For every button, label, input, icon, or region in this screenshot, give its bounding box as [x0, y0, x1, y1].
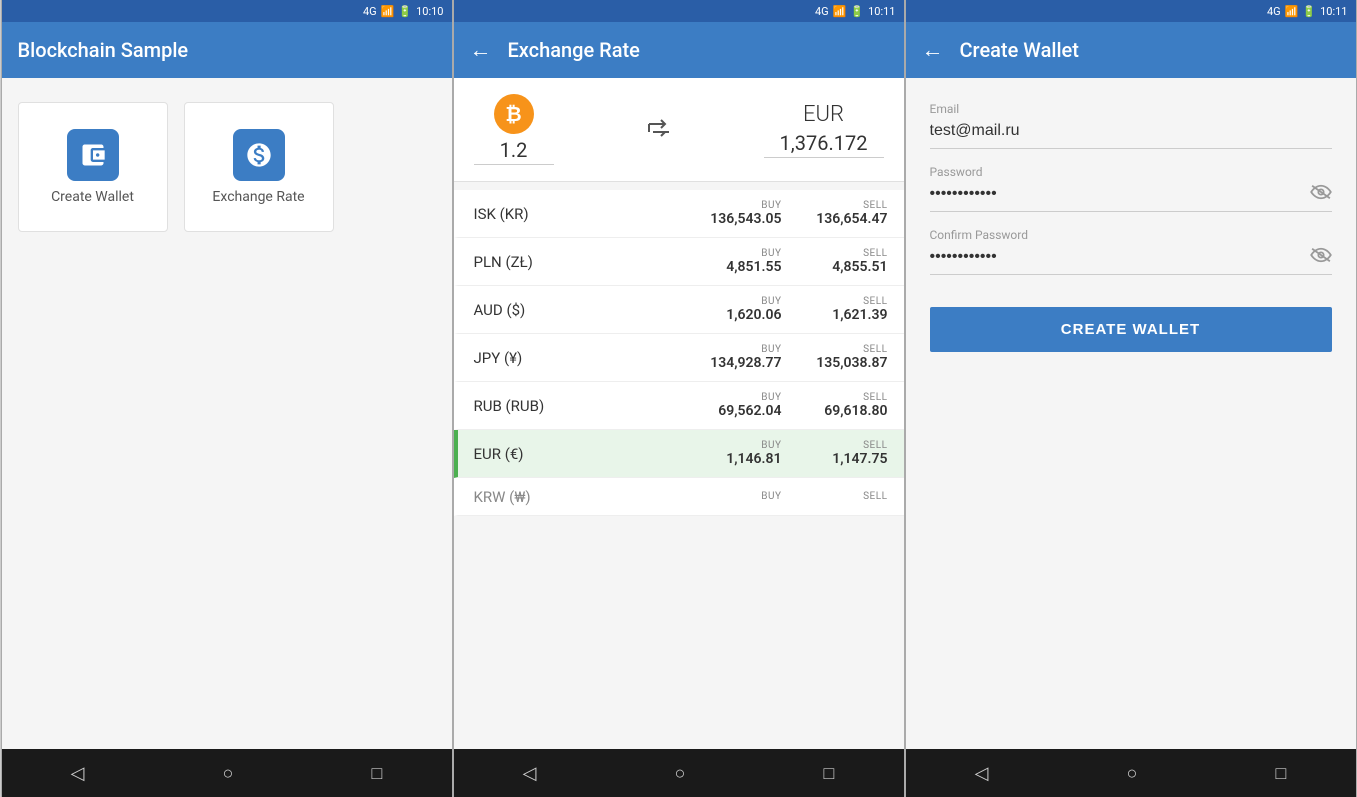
app-bar-3: ← Create Wallet	[906, 22, 1356, 78]
signal-icon: 4G	[363, 5, 377, 18]
nav-back-3[interactable]: ◁	[959, 755, 1005, 792]
rate-sell-eur: SELL 1,147.75	[798, 440, 888, 467]
rate-row-eur[interactable]: EUR (€) BUY 1,146.81 SELL 1,147.75	[454, 430, 904, 478]
app-title-3: Create Wallet	[960, 38, 1079, 62]
nav-home-3[interactable]: ○	[1111, 755, 1154, 792]
rate-row-aud[interactable]: AUD ($) BUY 1,620.06 SELL 1,621.39	[454, 286, 904, 334]
rate-currency-eur: EUR (€)	[474, 445, 676, 463]
rate-buy-pln: BUY 4,851.55	[692, 248, 782, 275]
rate-buy-isk: BUY 136,543.05	[692, 200, 782, 227]
btc-value[interactable]: 1.2	[474, 138, 554, 165]
confirm-password-input-wrapper	[930, 244, 1332, 275]
nav-back-2[interactable]: ◁	[507, 755, 553, 792]
status-bar-1: 4G 📶 🔋 10:10	[2, 0, 452, 22]
rate-sell-rub: SELL 69,618.80	[798, 392, 888, 419]
rate-sell-pln: SELL 4,855.51	[798, 248, 888, 275]
eur-side: EUR 1,376.172	[764, 102, 884, 158]
email-group: Email	[930, 102, 1332, 149]
battery-icon: 🔋	[398, 5, 412, 18]
phone-2: 4G 📶 🔋 10:11 ← Exchange Rate ₿ 1.2	[453, 0, 905, 797]
password-input-wrapper	[930, 181, 1332, 212]
screen-3: Email Password Confirm Password	[906, 78, 1356, 749]
nav-recent-1[interactable]: □	[356, 755, 399, 792]
bottom-nav-3: ◁ ○ □	[906, 749, 1356, 797]
eur-value[interactable]: 1,376.172	[764, 131, 884, 158]
status-bar-2: 4G 📶 🔋 10:11	[454, 0, 904, 22]
rate-row-rub[interactable]: RUB (RUB) BUY 69,562.04 SELL 69,618.80	[454, 382, 904, 430]
rate-currency-pln: PLN (ZŁ)	[474, 253, 676, 271]
signal-icon-2: 4G	[815, 5, 829, 18]
exchange-rate-card[interactable]: Exchange Rate	[184, 102, 334, 232]
rate-row-isk[interactable]: ISK (KR) BUY 136,543.05 SELL 136,654.47	[454, 190, 904, 238]
password-input[interactable]	[930, 181, 1310, 207]
rate-currency-isk: ISK (KR)	[474, 205, 676, 223]
status-bar-3: 4G 📶 🔋 10:11	[906, 0, 1356, 22]
email-input[interactable]	[930, 118, 1332, 144]
rate-row-pln[interactable]: PLN (ZŁ) BUY 4,851.55 SELL 4,855.51	[454, 238, 904, 286]
exchange-rate-label: Exchange Rate	[212, 189, 304, 205]
back-button-2[interactable]: ←	[470, 37, 492, 63]
battery-icon-2: 🔋	[850, 5, 864, 18]
nav-recent-2[interactable]: □	[808, 755, 851, 792]
rate-buy-jpy: BUY 134,928.77	[692, 344, 782, 371]
screen-1: Create Wallet Exchange Rate	[2, 78, 452, 749]
phone-1: 4G 📶 🔋 10:10 Blockchain Sample Create Wa…	[1, 0, 453, 797]
rate-buy-rub: BUY 69,562.04	[692, 392, 782, 419]
wallet-icon	[67, 129, 119, 181]
rate-sell-krw: SELL	[798, 491, 888, 502]
app-title-2: Exchange Rate	[508, 38, 640, 62]
email-label: Email	[930, 102, 1332, 116]
rate-buy-eur: BUY 1,146.81	[692, 440, 782, 467]
signal-bars-3: 📶	[1285, 5, 1299, 18]
nav-back-1[interactable]: ◁	[55, 755, 101, 792]
confirm-password-group: Confirm Password	[930, 228, 1332, 275]
nav-home-2[interactable]: ○	[659, 755, 702, 792]
battery-icon-3: 🔋	[1302, 5, 1316, 18]
create-wallet-card[interactable]: Create Wallet	[18, 102, 168, 232]
signal-bars: 📶	[381, 5, 395, 18]
rate-sell-jpy: SELL 135,038.87	[798, 344, 888, 371]
phone-3: 4G 📶 🔋 10:11 ← Create Wallet Email Passw…	[905, 0, 1357, 797]
rate-currency-krw: KRW (₩)	[474, 488, 676, 506]
email-input-wrapper	[930, 118, 1332, 149]
time-display-2: 10:11	[868, 5, 895, 18]
rate-sell-isk: SELL 136,654.47	[798, 200, 888, 227]
btc-icon: ₿	[494, 94, 534, 134]
app-title: Blockchain Sample	[18, 38, 189, 62]
password-label: Password	[930, 165, 1332, 179]
rate-row-jpy[interactable]: JPY (¥) BUY 134,928.77 SELL 135,038.87	[454, 334, 904, 382]
bottom-nav-2: ◁ ○ □	[454, 749, 904, 797]
rate-buy-aud: BUY 1,620.06	[692, 296, 782, 323]
eur-label: EUR	[803, 102, 844, 127]
rate-currency-jpy: JPY (¥)	[474, 349, 676, 367]
screen-2: ₿ 1.2 EUR 1,376.172 ISK (KR	[454, 78, 904, 749]
rate-currency-aud: AUD ($)	[474, 301, 676, 319]
time-display: 10:10	[416, 5, 443, 18]
back-button-3[interactable]: ←	[922, 37, 944, 63]
confirm-password-visibility-toggle[interactable]	[1310, 247, 1332, 268]
confirm-password-input[interactable]	[930, 244, 1310, 270]
signal-bars-2: 📶	[833, 5, 847, 18]
create-wallet-label: Create Wallet	[51, 189, 134, 205]
app-bar-2: ← Exchange Rate	[454, 22, 904, 78]
rate-row-krw[interactable]: KRW (₩) BUY SELL	[454, 478, 904, 516]
exchange-icon	[233, 129, 285, 181]
create-wallet-button[interactable]: CREATE WALLET	[930, 307, 1332, 352]
rate-buy-krw: BUY	[692, 491, 782, 502]
signal-icon-3: 4G	[1267, 5, 1281, 18]
convert-arrow	[647, 118, 671, 142]
rate-currency-rub: RUB (RUB)	[474, 397, 676, 415]
time-display-3: 10:11	[1320, 5, 1347, 18]
nav-home-1[interactable]: ○	[207, 755, 250, 792]
bottom-nav-1: ◁ ○ □	[2, 749, 452, 797]
password-visibility-toggle[interactable]	[1310, 184, 1332, 205]
nav-recent-3[interactable]: □	[1260, 755, 1303, 792]
converter-section: ₿ 1.2 EUR 1,376.172	[454, 78, 904, 182]
password-group: Password	[930, 165, 1332, 212]
btc-side: ₿ 1.2	[474, 94, 554, 165]
app-bar-1: Blockchain Sample	[2, 22, 452, 78]
rates-list: ISK (KR) BUY 136,543.05 SELL 136,654.47 …	[454, 190, 904, 516]
rate-sell-aud: SELL 1,621.39	[798, 296, 888, 323]
confirm-password-label: Confirm Password	[930, 228, 1332, 242]
